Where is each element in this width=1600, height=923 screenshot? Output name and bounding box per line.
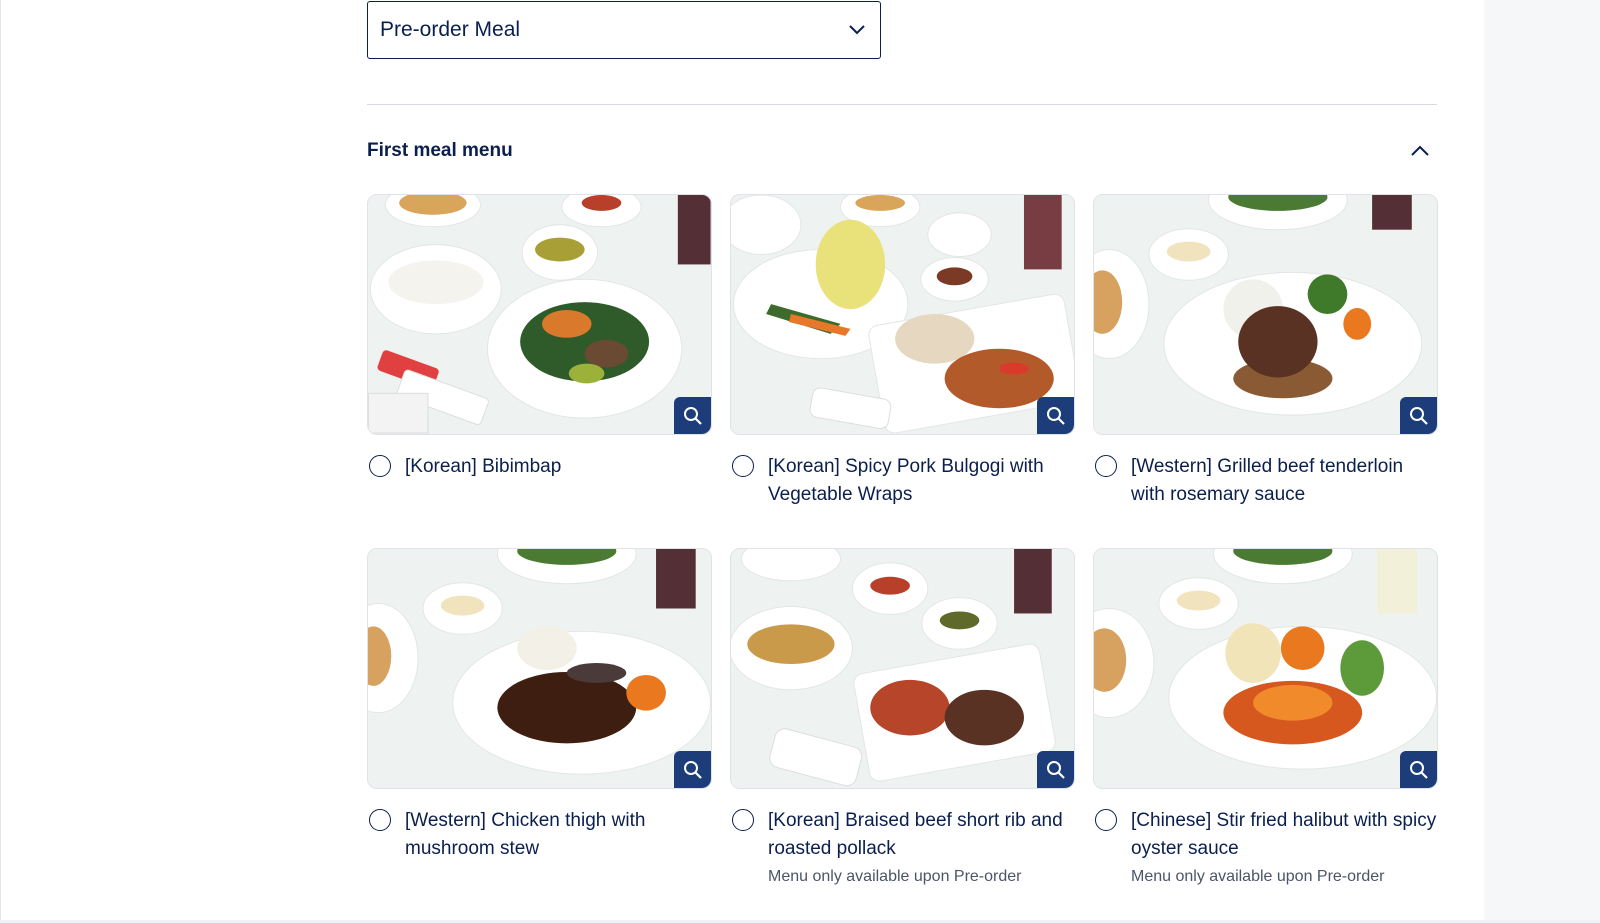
menu-photo[interactable] xyxy=(367,548,712,789)
beef-tenderloin-photo xyxy=(1094,195,1437,434)
chevron-down-icon xyxy=(846,19,868,41)
search-icon xyxy=(683,406,702,425)
zoom-button[interactable] xyxy=(674,397,711,434)
menu-option[interactable]: [Western] Grilled beef tenderloin with r… xyxy=(1093,453,1438,509)
menu-grid: [Korean] Bibimbap [Korean] Spicy Pork Bu… xyxy=(367,194,1439,902)
menu-option[interactable]: [Chinese] Stir fried halibut with spicy … xyxy=(1093,807,1438,889)
section-title: First meal menu xyxy=(367,140,513,161)
menu-photo[interactable] xyxy=(367,194,712,435)
menu-card: [Korean] Braised beef short rib and roas… xyxy=(730,548,1075,902)
radio-button[interactable] xyxy=(732,455,754,477)
menu-option[interactable]: [Western] Chicken thigh with mushroom st… xyxy=(367,807,712,863)
menu-card: [Korean] Spicy Pork Bulgogi with Vegetab… xyxy=(730,194,1075,548)
section-divider xyxy=(367,104,1437,105)
bulgogi-photo xyxy=(731,195,1074,434)
menu-card: [Western] Chicken thigh with mushroom st… xyxy=(367,548,712,902)
menu-option-label: [Korean] Braised beef short rib and roas… xyxy=(768,810,1063,859)
zoom-button[interactable] xyxy=(1400,751,1437,788)
search-icon xyxy=(683,760,702,779)
menu-option[interactable]: [Korean] Braised beef short rib and roas… xyxy=(730,807,1075,889)
first-meal-menu-header[interactable]: First meal menu xyxy=(367,134,1437,168)
halibut-photo xyxy=(1094,549,1437,788)
menu-option-label: [Western] Grilled beef tenderloin with r… xyxy=(1131,456,1404,505)
menu-photo[interactable] xyxy=(730,548,1075,789)
search-icon xyxy=(1409,760,1428,779)
radio-button[interactable] xyxy=(369,809,391,831)
menu-photo[interactable] xyxy=(730,194,1075,435)
menu-option[interactable]: [Korean] Bibimbap xyxy=(367,453,712,481)
menu-option[interactable]: [Korean] Spicy Pork Bulgogi with Vegetab… xyxy=(730,453,1075,509)
search-icon xyxy=(1046,760,1065,779)
search-icon xyxy=(1046,406,1065,425)
search-icon xyxy=(1409,406,1428,425)
zoom-button[interactable] xyxy=(1400,397,1437,434)
menu-card: [Chinese] Stir fried halibut with spicy … xyxy=(1093,548,1438,902)
radio-button[interactable] xyxy=(369,455,391,477)
radio-button[interactable] xyxy=(1095,809,1117,831)
menu-option-label: [Western] Chicken thigh with mushroom st… xyxy=(405,810,646,859)
radio-button[interactable] xyxy=(1095,455,1117,477)
zoom-button[interactable] xyxy=(674,751,711,788)
menu-option-label: [Korean] Bibimbap xyxy=(405,456,562,477)
preorder-note: Menu only available upon Pre-order xyxy=(1131,868,1385,885)
bibimbap-photo xyxy=(368,195,711,434)
preorder-note: Menu only available upon Pre-order xyxy=(768,868,1022,885)
radio-button[interactable] xyxy=(732,809,754,831)
menu-option-label: [Chinese] Stir fried halibut with spicy … xyxy=(1131,810,1437,859)
menu-photo[interactable] xyxy=(1093,548,1438,789)
chevron-up-icon[interactable] xyxy=(1407,138,1433,164)
zoom-button[interactable] xyxy=(1037,397,1074,434)
meal-type-select-value: Pre-order Meal xyxy=(380,18,521,41)
menu-option-label: [Korean] Spicy Pork Bulgogi with Vegetab… xyxy=(768,456,1044,505)
meal-type-select[interactable]: Pre-order Meal xyxy=(367,1,881,59)
menu-photo[interactable] xyxy=(1093,194,1438,435)
right-gutter xyxy=(1484,0,1600,923)
zoom-button[interactable] xyxy=(1037,751,1074,788)
short-rib-photo xyxy=(731,549,1074,788)
menu-card: [Korean] Bibimbap xyxy=(367,194,712,548)
chicken-thigh-photo xyxy=(368,549,711,788)
menu-card: [Western] Grilled beef tenderloin with r… xyxy=(1093,194,1438,548)
